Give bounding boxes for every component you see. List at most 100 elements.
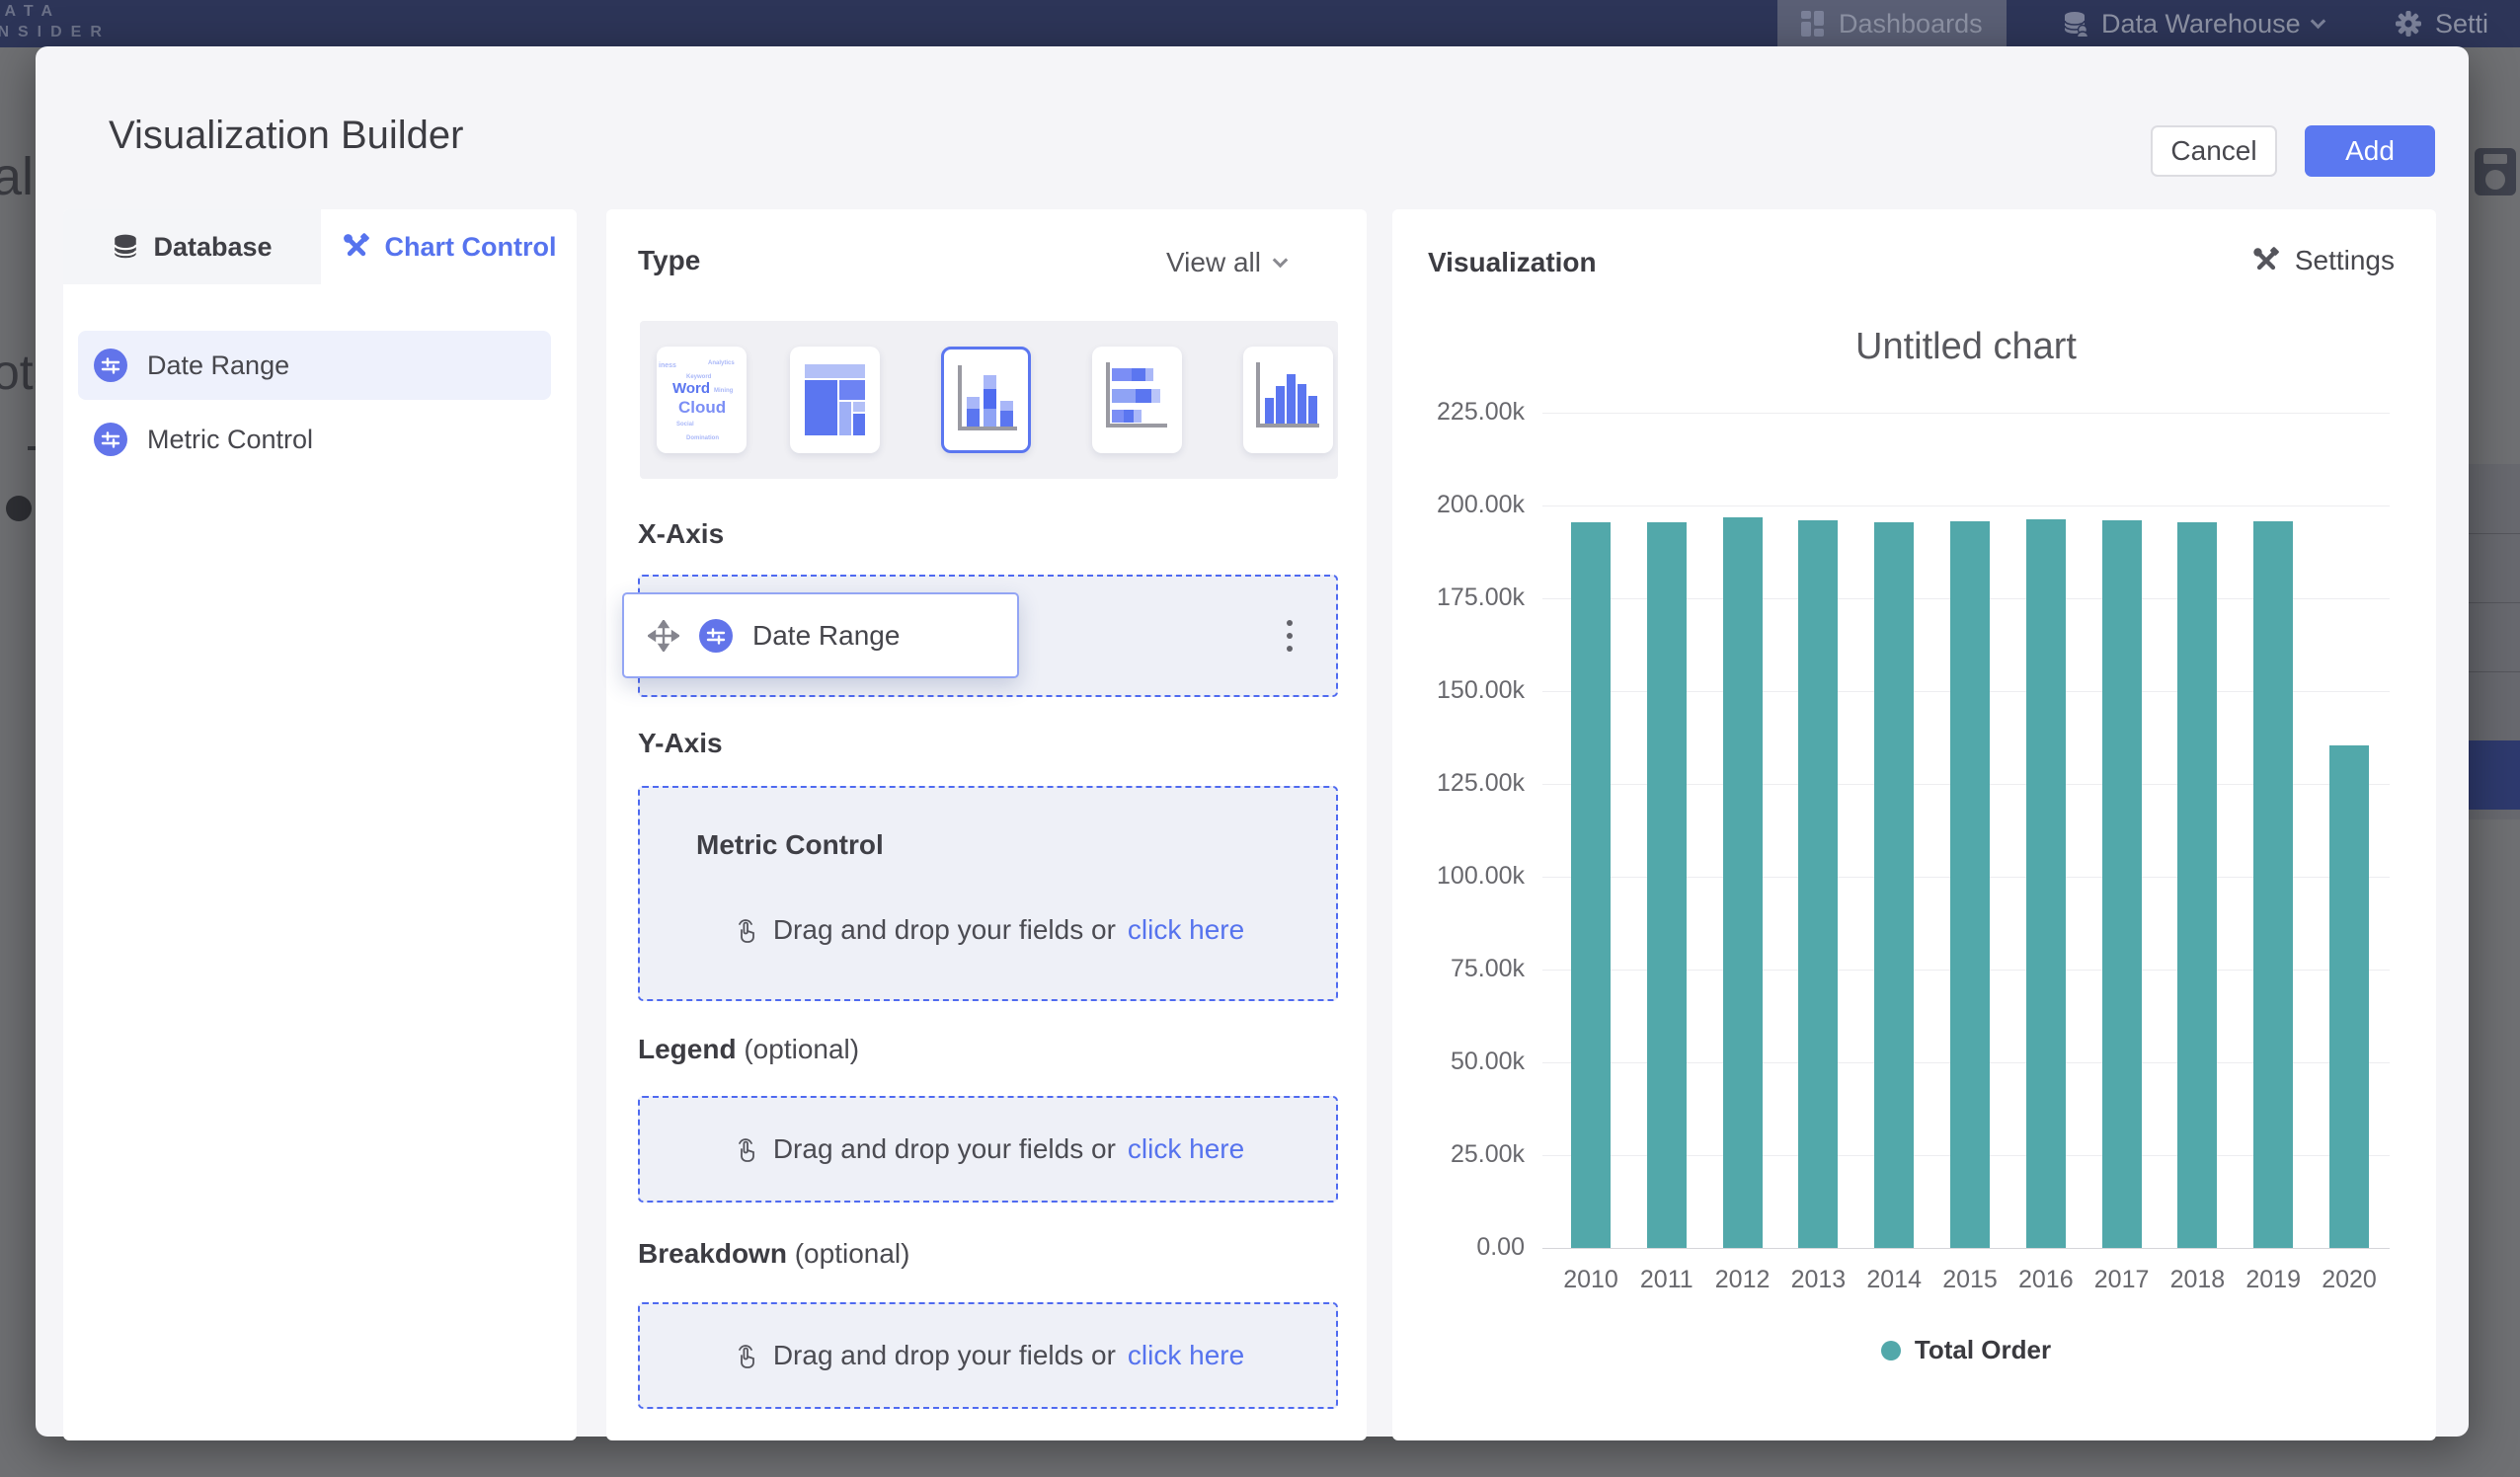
axis [1256,424,1319,428]
sidebar-item-date-range[interactable]: Date Range [78,331,551,400]
chart-type-word-cloud[interactable]: Word Cloud inessAnalyticsKeywordMiningSo… [657,347,747,453]
dragged-field-label: Date Range [752,620,900,652]
tap-hand-icon [732,1341,761,1370]
database-person-icon [2062,10,2089,38]
axis [1256,362,1260,428]
tab-database-label: Database [153,232,272,263]
dragged-field-chip[interactable]: Date Range [622,592,1019,678]
x-axis-tick-label: 2011 [1627,1266,1706,1294]
y-axis-tick-label: 150.00k [1410,676,1525,705]
nav-data-warehouse[interactable]: Data Warehouse [2062,0,2323,47]
bar-2020 [2329,745,2369,1248]
chart-type-stacked-column[interactable] [941,347,1031,453]
kebab-menu-icon[interactable] [1287,620,1293,652]
cancel-button[interactable]: Cancel [2151,125,2277,177]
stack-seg [1151,389,1160,403]
stack-seg [967,397,980,409]
stack-seg [1000,401,1013,411]
stack-seg [1112,389,1136,403]
breakdown-section-label: Breakdown (optional) [638,1238,909,1270]
stack-seg [984,375,996,389]
gridline [1542,413,2390,414]
chart-type-treemap[interactable] [790,347,880,453]
y-axis-tick-label: 225.00k [1410,398,1525,427]
column [1287,374,1296,424]
column [1298,384,1306,424]
bar-2010 [1571,522,1611,1248]
tab-chart-control[interactable]: Chart Control [321,209,577,284]
logo-line2: INSIDER [0,22,111,42]
click-here-link[interactable]: click here [1128,914,1244,946]
y-axis-tick-label: 50.00k [1410,1048,1525,1076]
chart-legend[interactable]: Total Order [1542,1335,2390,1365]
breakdown-dropzone[interactable]: Drag and drop your fields or click here [638,1302,1338,1409]
axis [958,427,1017,430]
bar-2018 [2177,522,2217,1248]
builder-panel: Type View all Word Cloud inessAnalyticsK… [606,209,1367,1440]
column [1265,398,1274,424]
x-axis-tick-label: 2017 [2083,1266,2162,1294]
x-axis-tick-label: 2014 [1854,1266,1933,1294]
x-axis-tick-label: 2019 [2234,1266,2313,1294]
nav-dashboards[interactable]: Dashboards [1777,0,2007,47]
sidebar-item-metric-control[interactable]: Metric Control [78,405,551,474]
stack-seg [1112,410,1124,423]
y-axis-tick-label: 0.00 [1410,1233,1525,1262]
treemap-block [839,380,865,400]
drop-hint-text: Drag and drop your fields or [773,1340,1116,1371]
database-icon [112,233,139,261]
tab-chart-control-label: Chart Control [385,232,557,263]
click-here-link[interactable]: click here [1128,1340,1244,1371]
control-sliders-icon [94,423,127,456]
visualization-panel: Visualization Settings Untitled chart 22… [1392,209,2436,1440]
word-cloud-mini-word: Mining [714,388,733,394]
y-axis-tick-label: 100.00k [1410,862,1525,891]
treemap-block [805,380,837,435]
control-sliders-icon [94,349,127,382]
word-cloud-mini-word: iness [659,362,676,369]
legend-dropzone[interactable]: Drag and drop your fields or click here [638,1096,1338,1203]
bar-2017 [2102,520,2142,1248]
gear-icon [2394,9,2423,39]
tap-hand-icon [732,915,761,945]
stack-seg [1145,368,1153,381]
chevron-down-icon [2310,13,2325,29]
treemap-block [805,364,865,378]
x-axis-tick-label: 2020 [2310,1266,2389,1294]
y-axis-label: Y-Axis [638,728,723,759]
word-cloud-cloud: Cloud [678,398,726,418]
bar-2011 [1647,522,1687,1248]
nav-settings-label: Setti [2435,9,2488,39]
y-axis-tick-label: 125.00k [1410,769,1525,798]
drop-hint-text: Drag and drop your fields or [773,1133,1116,1165]
word-cloud-mini-word: Keyword [686,374,711,380]
x-axis-tick-label: 2015 [1930,1266,2009,1294]
axis [1106,362,1110,428]
view-all-dropdown[interactable]: View all [1166,247,1286,278]
stack-seg [1136,389,1151,403]
tap-hand-icon [732,1134,761,1164]
move-icon [648,620,679,652]
stack-seg [1112,368,1132,381]
stack-seg [1000,411,1013,427]
tools-icon [342,232,371,262]
x-axis-tick-label: 2010 [1551,1266,1630,1294]
bar-2019 [2253,521,2293,1248]
nav-settings[interactable]: Setti [2394,0,2488,47]
stack-seg [1124,410,1134,423]
x-axis-label: X-Axis [638,518,724,550]
x-axis-tick-label: 2012 [1703,1266,1782,1294]
add-button[interactable]: Add [2305,125,2435,177]
fields-panel: Database Chart Control Date Range [63,209,577,1440]
legend-label: Total Order [1915,1335,2051,1365]
stack-seg [1132,368,1145,381]
chart-type-stacked-bar[interactable] [1092,347,1182,453]
chart-type-column[interactable] [1243,347,1333,453]
nav-data-warehouse-label: Data Warehouse [2101,9,2301,39]
y-axis-dropzone[interactable]: Metric Control Drag and drop your fields… [638,786,1338,1001]
tab-database[interactable]: Database [63,209,321,284]
click-here-link[interactable]: click here [1128,1133,1244,1165]
bar-chart: Untitled chart 225.00k200.00k175.00k150.… [1392,209,2436,1440]
save-icon[interactable] [2475,148,2516,195]
word-cloud-mini-word: Analytics [708,360,735,366]
